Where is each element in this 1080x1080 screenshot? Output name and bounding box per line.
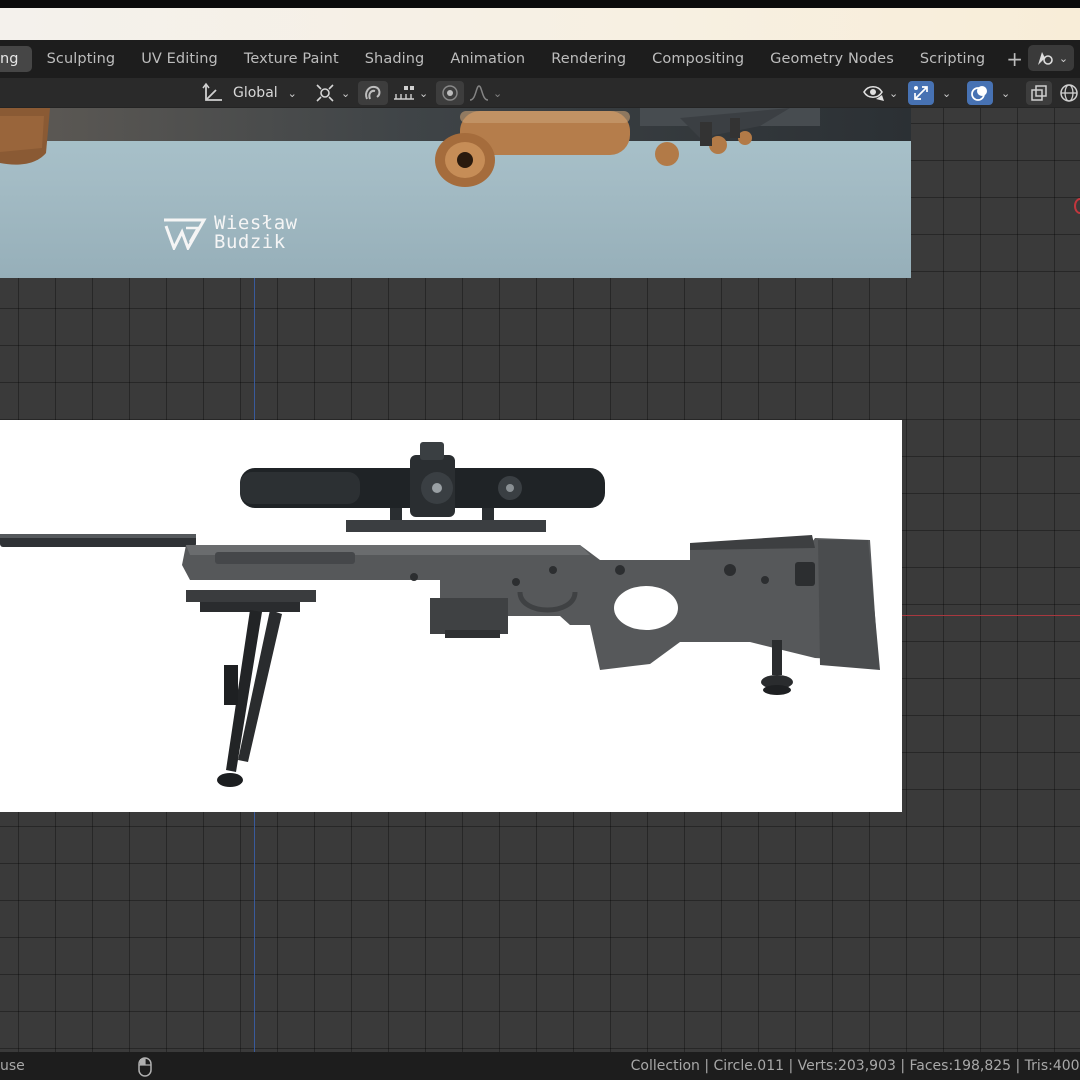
status-left-text: use — [0, 1058, 25, 1074]
snap-group: ⌄ — [358, 81, 428, 105]
scene-statistics: Collection | Circle.011 | Verts:203,903 … — [630, 1058, 1080, 1074]
chevron-down-icon: ⌄ — [341, 86, 351, 100]
reference-image-rifle[interactable] — [0, 420, 902, 812]
blender-window: ng Sculpting UV Editing Texture Paint Sh… — [0, 0, 1080, 1080]
tab-modeling[interactable]: ng — [0, 46, 32, 72]
proportional-edit-group: ⌄ — [436, 81, 502, 105]
overlay-toggle[interactable] — [967, 81, 993, 105]
chevron-down-icon: ⌄ — [1058, 51, 1069, 65]
visibility-dropdown[interactable]: ⌄ — [862, 81, 898, 105]
xray-button[interactable] — [1026, 81, 1052, 105]
xray-toggle[interactable] — [1026, 81, 1052, 105]
3d-cursor-icon — [1074, 198, 1080, 214]
os-top-bar — [0, 0, 1080, 8]
transform-orientation-dropdown[interactable]: Global ⌄ — [202, 81, 304, 105]
scene-selector[interactable]: ⌄ — [1028, 45, 1074, 71]
tab-rendering[interactable]: Rendering — [538, 46, 639, 72]
reference-image-top[interactable]: Wiesław Budzik — [0, 108, 911, 278]
tab-geometry-nodes[interactable]: Geometry Nodes — [757, 46, 907, 72]
3d-viewport[interactable]: Wiesław Budzik — [0, 108, 1080, 1052]
chevron-down-icon[interactable]: ⌄ — [942, 87, 951, 100]
chevron-down-icon[interactable]: ⌄ — [1001, 87, 1010, 100]
snap-increment-icon — [394, 86, 414, 100]
watermark-line-2: Budzik — [214, 231, 286, 253]
rifle-suppressor-image — [0, 108, 820, 187]
overlay-group: ⌄ — [967, 81, 1010, 105]
xray-icon — [1031, 85, 1047, 101]
browser-strip — [0, 8, 1080, 40]
watermark-logo: Wiesław Budzik — [160, 214, 298, 252]
tab-scripting[interactable]: Scripting — [907, 46, 998, 72]
proportional-edit-icon — [442, 85, 458, 101]
chevron-down-icon: ⌄ — [419, 86, 429, 100]
transform-orientation-label: Global — [233, 85, 278, 101]
falloff-dropdown[interactable]: ⌄ — [468, 83, 502, 103]
proportional-edit-toggle[interactable] — [436, 81, 464, 105]
wireframe-shading-icon — [1060, 84, 1078, 102]
snap-target-dropdown[interactable]: ⌄ — [392, 83, 428, 103]
visibility-icon — [863, 85, 884, 101]
status-bar: use Collection | Circle.011 | Verts:203,… — [0, 1052, 1080, 1080]
pivot-point-icon — [316, 84, 334, 102]
chevron-down-icon: ⌄ — [287, 86, 297, 100]
sniper-rifle-image — [0, 442, 880, 787]
gizmo-group: ⌄ — [908, 81, 951, 105]
tab-sculpting[interactable]: Sculpting — [34, 46, 129, 72]
tab-shading[interactable]: Shading — [352, 46, 438, 72]
snap-toggle[interactable] — [358, 81, 388, 105]
tab-compositing[interactable]: Compositing — [639, 46, 757, 72]
chevron-down-icon: ⌄ — [493, 86, 503, 100]
wb-logo-icon — [164, 218, 207, 250]
tab-uv-editing[interactable]: UV Editing — [128, 46, 231, 72]
add-workspace-button[interactable]: + — [998, 46, 1031, 72]
scene-icon — [1037, 52, 1053, 65]
watermark-text: Wiesław Budzik — [214, 214, 298, 252]
snap-icon — [365, 85, 381, 100]
mouse-icon — [138, 1057, 152, 1077]
tab-texture-paint[interactable]: Texture Paint — [231, 46, 352, 72]
chevron-down-icon: ⌄ — [889, 86, 899, 100]
gizmo-icon — [914, 86, 928, 100]
workspace-tab-bar: ng Sculpting UV Editing Texture Paint Sh… — [0, 40, 1080, 78]
x-axis-line — [900, 615, 1080, 616]
transform-orientation-icon — [202, 82, 222, 101]
falloff-icon — [469, 85, 489, 101]
pivot-point-dropdown[interactable]: ⌄ — [312, 81, 350, 105]
viewport-header: Global ⌄ ⌄ ⌄ ⌄ ⌄ ⌄ ⌄ — [0, 78, 1080, 108]
wireframe-shading-button[interactable] — [1058, 81, 1080, 105]
gizmo-toggle[interactable] — [908, 81, 934, 105]
tab-animation[interactable]: Animation — [437, 46, 538, 72]
overlay-icon — [971, 86, 987, 101]
